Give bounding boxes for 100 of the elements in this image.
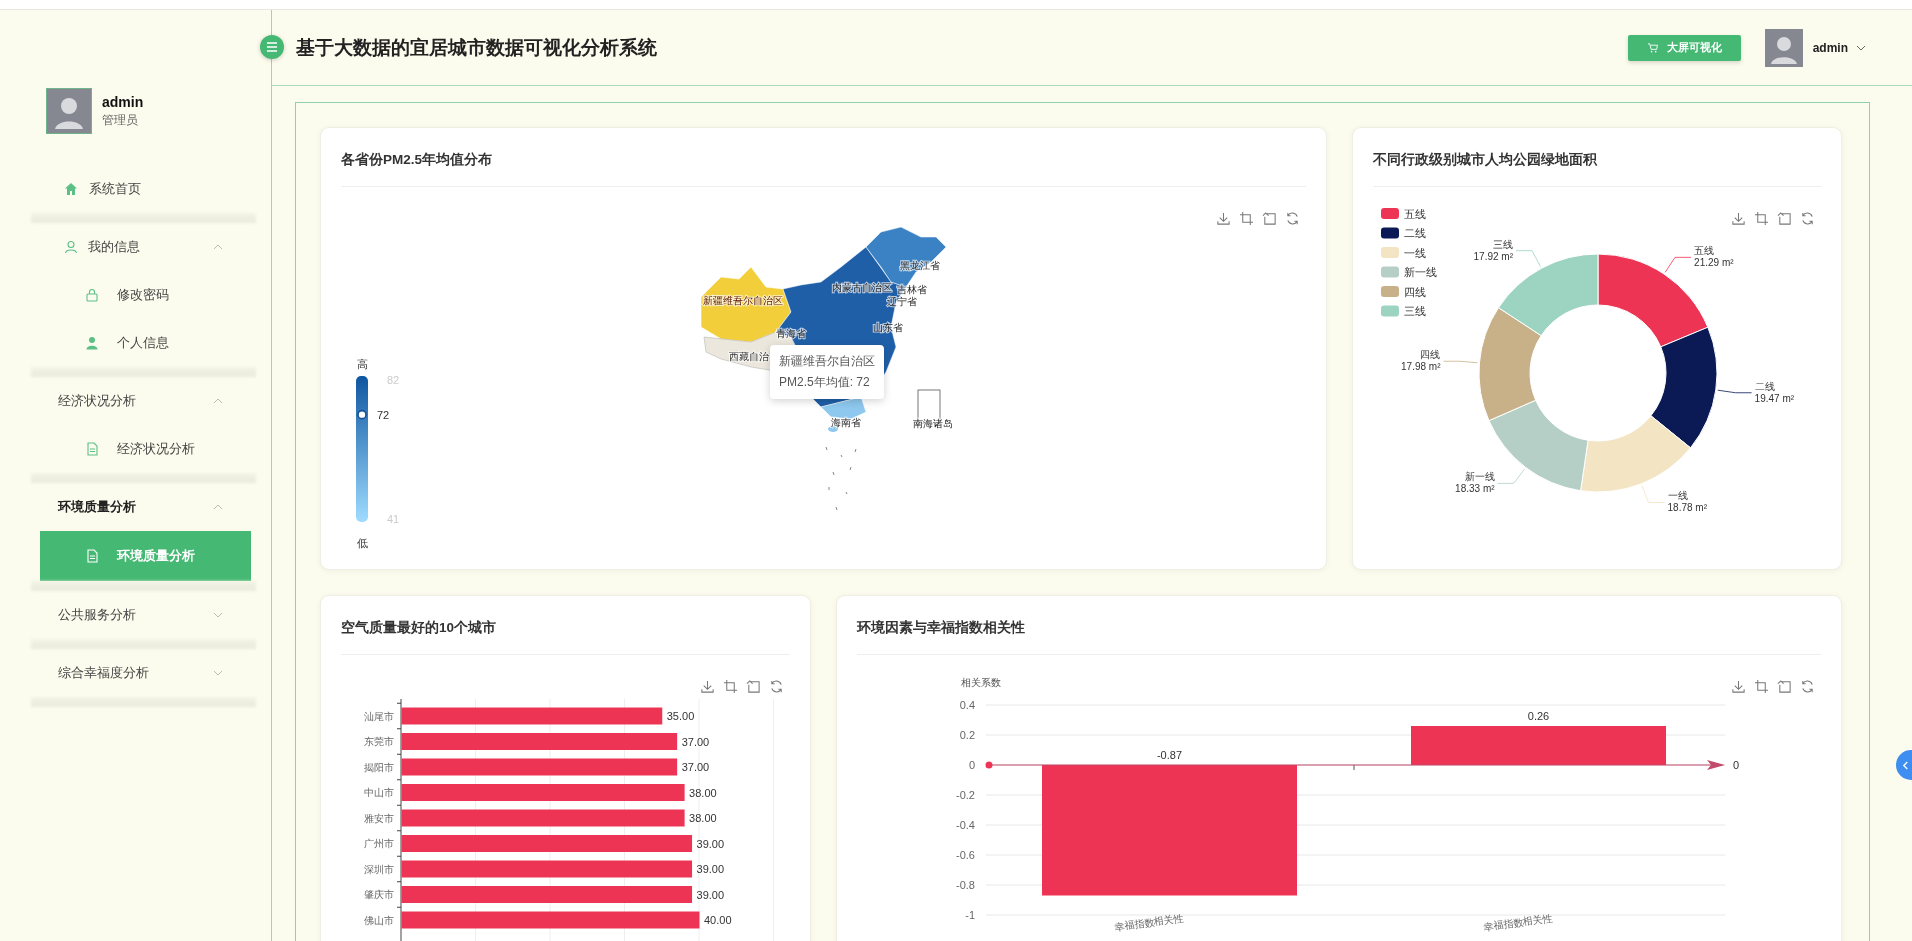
document-icon — [85, 549, 99, 563]
legend-swatch[interactable] — [1381, 208, 1399, 219]
user-name: admin — [102, 94, 144, 110]
bar-value-label: 38.00 — [689, 812, 717, 824]
reference-line-start-dot — [985, 761, 993, 769]
refresh-icon[interactable] — [1800, 211, 1815, 226]
bar-value-label: 0.26 — [1527, 710, 1550, 722]
y-tick-label: -0.4 — [956, 819, 975, 831]
y-tick-label: -0.6 — [956, 849, 975, 861]
refresh-icon[interactable] — [1285, 211, 1300, 226]
menu-item[interactable]: 系统首页 — [31, 165, 256, 213]
zoom-back-icon[interactable] — [1777, 679, 1792, 694]
slice-value-label: 17.98 m² — [1401, 361, 1441, 373]
menu-toggle-button[interactable] — [260, 35, 284, 59]
submenu-item[interactable]: 个人信息 — [31, 319, 256, 367]
home-icon — [64, 182, 78, 196]
download-icon[interactable] — [1731, 211, 1746, 226]
bar[interactable] — [401, 707, 663, 725]
area-zoom-icon[interactable] — [1754, 211, 1769, 226]
refresh-icon[interactable] — [1800, 679, 1815, 694]
download-icon[interactable] — [700, 679, 715, 694]
y-tick-label: -0.2 — [956, 789, 975, 801]
legend-swatch[interactable] — [1381, 266, 1399, 278]
leader-line — [1664, 256, 1692, 273]
region-label: 新疆维吾尔自治区 — [703, 295, 783, 306]
menu-group-label: 经济状况分析 — [58, 392, 136, 410]
legend-label[interactable]: 三线 — [1404, 305, 1426, 317]
bar[interactable] — [401, 911, 700, 929]
category-label: 肇庆市 — [364, 889, 394, 900]
area-zoom-icon[interactable] — [1239, 211, 1254, 226]
bar-value-label: 35.00 — [666, 710, 695, 722]
reference-line-label: 0 — [1733, 759, 1740, 771]
legend-label[interactable]: 二线 — [1404, 227, 1426, 239]
legend-label[interactable]: 新一线 — [1404, 266, 1437, 278]
y-tick-label: -0.8 — [956, 879, 975, 891]
submenu-item[interactable]: 经济状况分析 — [31, 425, 256, 473]
area-zoom-icon[interactable] — [723, 679, 738, 694]
y-tick-label: 0.2 — [959, 729, 975, 741]
download-icon[interactable] — [1216, 211, 1231, 226]
leader-line — [1641, 485, 1665, 503]
legend-label[interactable]: 五线 — [1404, 207, 1426, 220]
category-label: 幸福指数相关性 — [1482, 912, 1554, 933]
bar-value-label: 39.00 — [696, 888, 725, 901]
bar[interactable] — [401, 809, 685, 827]
bar-value-label: -0.87 — [1156, 749, 1183, 761]
zoom-back-icon[interactable] — [1777, 211, 1792, 226]
y-tick-label: 0.4 — [959, 699, 975, 711]
category-label: 幸福指数相关性 — [1113, 912, 1185, 933]
menu-group-header[interactable]: 经济状况分析 — [31, 377, 256, 425]
menu-group-header[interactable]: 环境质量分析 — [31, 483, 256, 531]
bar-value-label: 39.00 — [696, 837, 725, 850]
donut-slice[interactable] — [1650, 326, 1718, 449]
menu-group-header[interactable]: 综合幸福度分析 — [31, 649, 256, 697]
menu-group-label: 综合幸福度分析 — [58, 664, 149, 682]
slice-name-label: 一线 — [1667, 490, 1688, 502]
cart-icon — [1646, 42, 1658, 53]
card-title: 各省份PM2.5年均值分布 — [341, 128, 1306, 187]
legend-swatch[interactable] — [1381, 305, 1399, 317]
menu-icon — [266, 42, 278, 52]
region-label: 南海诸岛 — [913, 418, 953, 429]
user-outline-icon — [64, 240, 78, 254]
document-icon — [85, 442, 99, 456]
category-label: 深圳市 — [364, 863, 394, 875]
bar-value-label: 39.00 — [696, 863, 725, 875]
bar[interactable] — [401, 758, 678, 776]
bar-value-label: 40.00 — [704, 914, 732, 926]
slice-name-label: 二线 — [1754, 380, 1775, 392]
bar[interactable] — [401, 860, 693, 878]
leader-line — [1497, 468, 1525, 484]
scale-low-label: 低 — [356, 537, 368, 549]
legend-swatch[interactable] — [1381, 286, 1399, 297]
legend-label[interactable]: 一线 — [1404, 246, 1426, 259]
menu-group-label: 公共服务分析 — [58, 606, 136, 624]
y-axis-title: 相关系数 — [961, 677, 1001, 688]
category-label: 广州市 — [364, 838, 394, 849]
legend-swatch[interactable] — [1381, 247, 1399, 258]
menu-group-header[interactable]: 我的信息 — [31, 223, 256, 271]
user-menu-button[interactable]: admin — [1812, 40, 1848, 55]
legend-swatch[interactable] — [1381, 227, 1399, 239]
zoom-back-icon[interactable] — [746, 679, 761, 694]
category-label: 佛山市 — [364, 914, 394, 926]
category-label: 揭阳市 — [364, 761, 394, 773]
legend-label[interactable]: 四线 — [1404, 285, 1426, 298]
chevron-down-icon[interactable] — [1856, 44, 1866, 51]
scale-handle[interactable] — [357, 409, 367, 420]
zoom-back-icon[interactable] — [1262, 211, 1277, 226]
slice-value-label: 19.47 m² — [1754, 392, 1795, 404]
donut-slice[interactable] — [1580, 415, 1691, 493]
leader-line — [1515, 250, 1541, 267]
color-scale-bar[interactable] — [356, 376, 368, 522]
submenu-item[interactable]: 修改密码 — [31, 271, 256, 319]
page-title: 基于大数据的宜居城市数据可视化分析系统 — [296, 35, 657, 60]
chevron-left-icon — [1902, 760, 1909, 770]
download-icon[interactable] — [1731, 679, 1746, 694]
user-role: 管理员 — [102, 113, 139, 128]
area-zoom-icon[interactable] — [1754, 679, 1769, 694]
refresh-icon[interactable] — [769, 679, 784, 694]
tooltip-region: 新疆维吾尔自治区 — [779, 353, 875, 370]
slice-name-label: 四线 — [1420, 349, 1441, 361]
menu-group-header[interactable]: 公共服务分析 — [31, 591, 256, 639]
